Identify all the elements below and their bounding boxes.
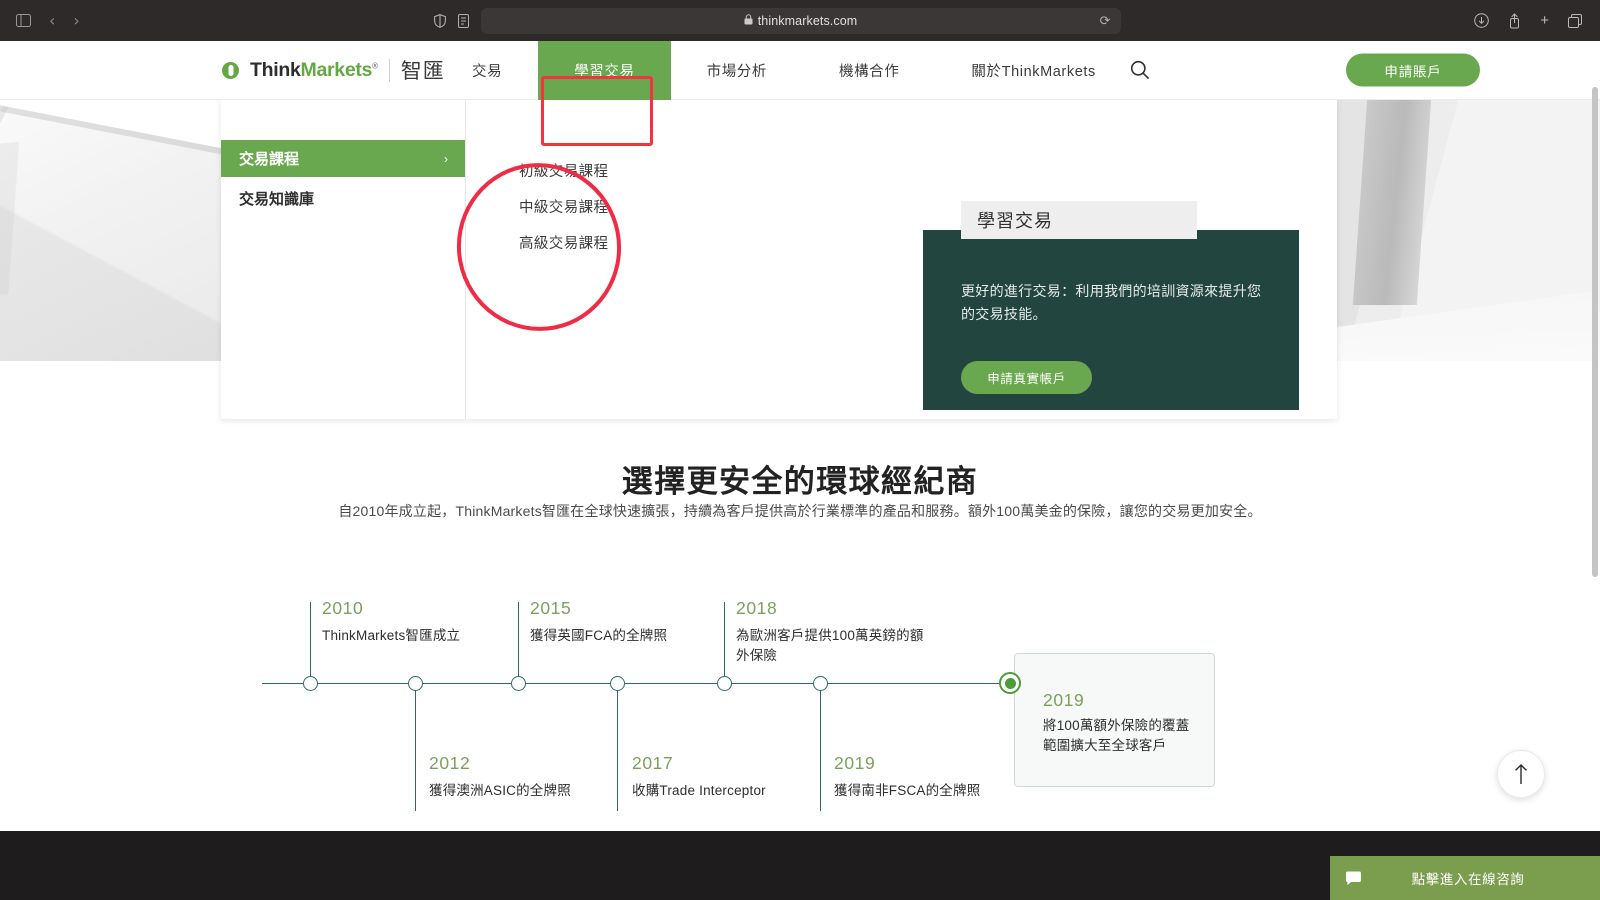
timeline-year: 2017 (632, 753, 674, 773)
timeline-description: ThinkMarkets智匯成立 (322, 628, 461, 643)
live-chat-label: 點擊進入在線咨詢 (1411, 872, 1525, 887)
timeline-stem-2017 (617, 684, 618, 811)
timeline-description: 為歐洲客戶提供100萬英鎊的額外保險 (736, 628, 924, 663)
mega-menu-item-trading-courses[interactable]: 交易課程 › (221, 140, 465, 177)
timeline-item-2017: 2017 收購Trade Interceptor (632, 753, 822, 801)
timeline-dot-2017[interactable] (610, 676, 625, 691)
logo-word-markets: Markets (300, 58, 373, 81)
nav-item-about-thinkmarkets[interactable]: 關於ThinkMarkets (935, 41, 1131, 100)
timeline-highlight-description: 將100萬額外保險的覆蓋範圍擴大至全球客戶 (1043, 718, 1190, 753)
hero-image-left (0, 100, 230, 361)
logo-word-think: Think (250, 58, 301, 81)
chevron-right-icon: › (444, 151, 448, 166)
browser-chrome: ‹ › thinkmarkets.com ⟳ + (0, 0, 1600, 41)
submenu-item-beginner-course[interactable]: 初級交易課程 (467, 152, 767, 188)
hero-image-right (1334, 100, 1600, 361)
logo-mark-icon (222, 61, 239, 79)
page-subtitle: 自2010年成立起，ThinkMarkets智匯在全球快速擴張，持續為客戶提供高… (338, 503, 1262, 519)
new-tab-icon[interactable]: + (1540, 13, 1549, 28)
timeline-description: 獲得南非FSCA的全牌照 (834, 783, 981, 798)
timeline-year: 2015 (530, 598, 572, 618)
timeline-description: 收購Trade Interceptor (632, 783, 766, 798)
timeline-stem-2018 (724, 602, 725, 684)
shield-icon[interactable] (433, 13, 446, 28)
mega-menu-item-knowledge-base[interactable]: 交易知識庫 (221, 180, 465, 217)
mega-menu-panel: 交易課程 › 交易知識庫 初級交易課程 中級交易課程 高級交易課程 學習交易 更… (221, 100, 1337, 419)
live-chat-bar[interactable]: 點擊進入在線咨詢 (1330, 856, 1600, 900)
nav-item-market-analysis[interactable]: 市場分析 (671, 41, 803, 100)
url-bar[interactable]: thinkmarkets.com ⟳ (480, 7, 1121, 34)
promo-open-live-account-button[interactable]: 申請真實帳戶 (961, 361, 1092, 394)
timeline-item-2010: 2010 ThinkMarkets智匯成立 (322, 598, 502, 646)
browser-address-area: thinkmarkets.com ⟳ (80, 7, 1474, 34)
timeline-stem-2012 (415, 684, 416, 811)
mega-menu-submenu-column: 初級交易課程 中級交易課程 高級交易課程 (467, 100, 767, 419)
lock-icon (744, 13, 753, 28)
sidebar-toggle-icon[interactable] (16, 14, 31, 27)
submenu-item-advanced-course[interactable]: 高級交易課程 (467, 224, 767, 260)
show-tabs-icon[interactable] (1568, 13, 1582, 28)
timeline-description: 獲得英國FCA的全牌照 (530, 628, 668, 643)
site-logo[interactable]: ThinkMarkets® 智匯 (222, 55, 445, 85)
logo-divider (388, 58, 390, 82)
promo-title: 學習交易 (977, 211, 1053, 231)
timeline-stem-2019 (820, 684, 821, 811)
timeline-stem-2010 (310, 602, 311, 684)
timeline-stem-2015 (518, 602, 519, 684)
promo-description: 更好的進行交易：利用我們的培訓資源來提升您的交易技能。 (961, 283, 1262, 323)
open-account-button[interactable]: 申請賬戶 (1346, 53, 1480, 87)
mega-menu-item-label: 交易課程 (239, 151, 300, 168)
timeline-item-2019: 2019 獲得南非FSCA的全牌照 (834, 753, 1024, 801)
timeline-dot-2018[interactable] (717, 676, 732, 691)
timeline-dot-2010[interactable] (303, 676, 318, 691)
promo-title-bar: 學習交易 (961, 201, 1197, 239)
downloads-icon[interactable] (1474, 13, 1490, 28)
promo-card: 學習交易 更好的進行交易：利用我們的培訓資源來提升您的交易技能。 申請真實帳戶 (923, 201, 1299, 410)
submenu-item-intermediate-course[interactable]: 中級交易課程 (467, 188, 767, 224)
search-icon[interactable] (1126, 56, 1154, 84)
page-viewport: 交易課程 › 交易知識庫 初級交易課程 中級交易課程 高級交易課程 學習交易 更… (0, 41, 1600, 900)
page-title: 選擇更安全的環球經紀商 (621, 464, 979, 499)
browser-left-controls: ‹ › (0, 12, 80, 29)
reader-icon[interactable] (457, 13, 469, 28)
timeline-dot-2015[interactable] (511, 676, 526, 691)
timeline-dot-2012[interactable] (408, 676, 423, 691)
chat-bubble-icon (1330, 871, 1376, 886)
timeline-year: 2010 (322, 598, 364, 618)
mega-menu-left-column: 交易課程 › 交易知識庫 (221, 100, 466, 419)
timeline-highlight-card: 2019 將100萬額外保險的覆蓋範圍擴大至全球客戶 (1014, 653, 1215, 787)
timeline-item-2012: 2012 獲得澳洲ASIC的全牌照 (429, 753, 619, 801)
nav-item-learn-to-trade[interactable]: 學習交易 (538, 41, 671, 100)
timeline-year: 2012 (429, 753, 471, 773)
url-text-group: thinkmarkets.com (744, 14, 858, 28)
nav-item-trading[interactable]: 交易 (436, 41, 538, 100)
reload-button[interactable]: ⟳ (1100, 13, 1111, 29)
mega-menu-item-label: 交易知識庫 (239, 191, 315, 208)
site-header: ThinkMarkets® 智匯 交易 學習交易 市場分析 機構合作 關於Thi… (0, 41, 1600, 100)
main-navigation: 交易 學習交易 市場分析 機構合作 關於ThinkMarkets (436, 41, 1132, 100)
timeline-highlight-year: 2019 (1043, 690, 1085, 710)
timeline-axis-line (262, 683, 1016, 684)
company-timeline: 2010 ThinkMarkets智匯成立 2015 獲得英國FCA的全牌照 2… (0, 546, 1600, 866)
timeline-item-2018: 2018 為歐洲客戶提供100萬英鎊的額外保險 (736, 598, 929, 665)
timeline-year: 2018 (736, 598, 778, 618)
logo-registered-mark: ® (372, 61, 378, 70)
browser-right-controls: + (1474, 12, 1600, 29)
browser-back-button[interactable]: ‹ (49, 12, 55, 29)
timeline-description: 獲得澳洲ASIC的全牌照 (429, 783, 571, 798)
timeline-dot-2019-highlight[interactable] (999, 672, 1021, 694)
share-icon[interactable] (1508, 12, 1521, 29)
url-hostname: thinkmarkets.com (757, 13, 858, 28)
scroll-to-top-button[interactable] (1497, 750, 1545, 798)
nav-item-institutional[interactable]: 機構合作 (803, 41, 935, 100)
arrow-up-icon (1515, 764, 1527, 784)
timeline-dot-2019[interactable] (813, 676, 828, 691)
logo-wordmark: ThinkMarkets® (250, 59, 378, 82)
timeline-item-2015: 2015 獲得英國FCA的全牌照 (530, 598, 720, 646)
timeline-year: 2019 (834, 753, 876, 773)
page-scrollbar[interactable] (1592, 87, 1598, 577)
